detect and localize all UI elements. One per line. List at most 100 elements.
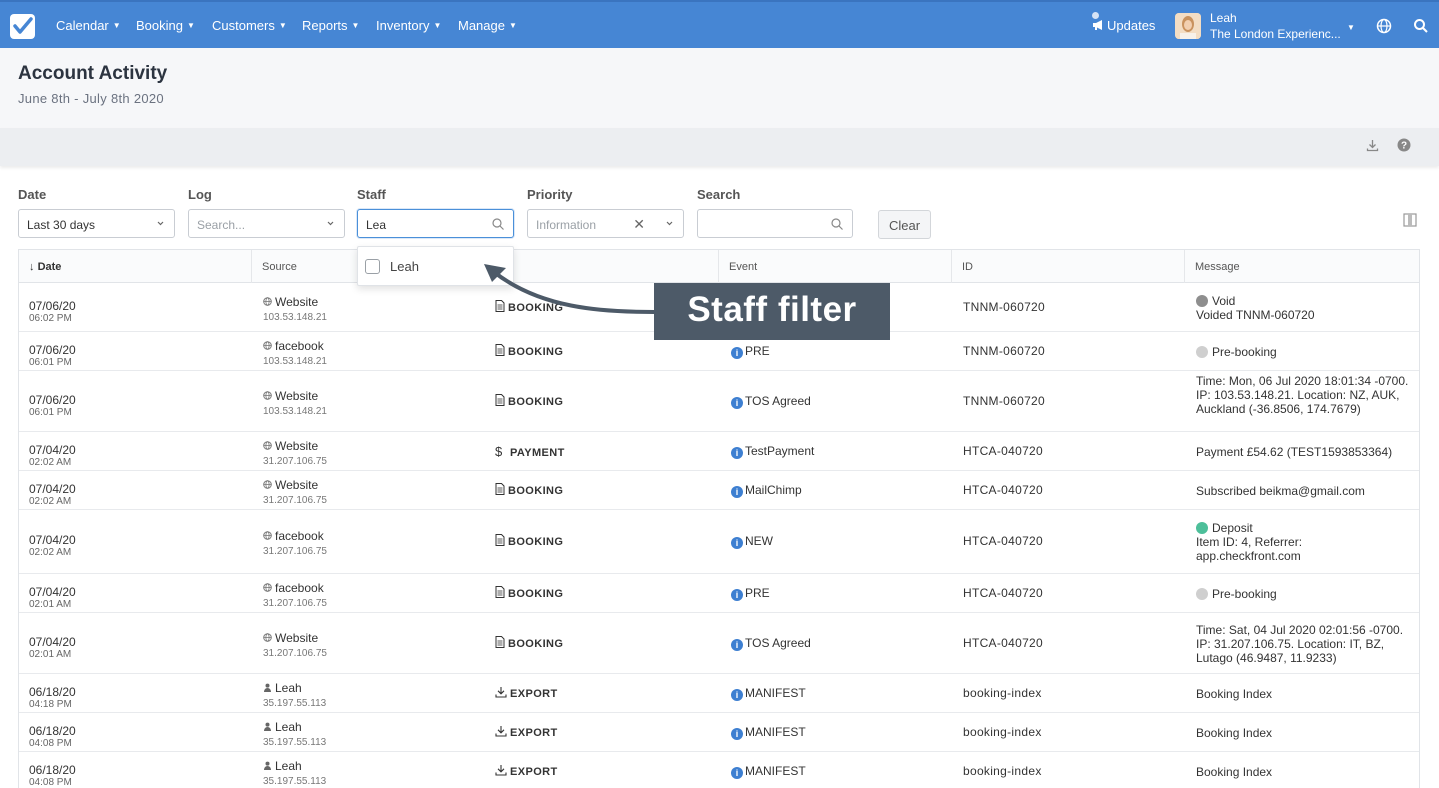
nav-item-reports[interactable]: Reports ▼: [302, 18, 359, 33]
document-icon: [495, 394, 505, 406]
row-date-text: 06/18/20: [29, 724, 76, 738]
row-id-text: booking-index: [963, 764, 1042, 778]
globe-icon: [263, 439, 272, 450]
row-time-text: 02:02 AM: [29, 547, 72, 558]
row-source-text: Website: [275, 631, 319, 645]
row-ip-text: 31.207.106.75: [263, 598, 327, 609]
log-filter-placeholder: Search...: [197, 218, 246, 232]
row-ip-text: 31.207.106.75: [263, 495, 327, 506]
row-date: 06/18/20: [29, 724, 76, 738]
nav-item-manage[interactable]: Manage ▼: [458, 18, 517, 33]
nav-item-calendar[interactable]: Calendar ▼: [56, 18, 121, 33]
updates-button[interactable]: Updates: [1092, 12, 1155, 33]
row-log: EXPORT: [495, 764, 558, 778]
column-header-id[interactable]: ID: [952, 250, 1185, 283]
help-icon[interactable]: ?: [1397, 138, 1411, 152]
row-log-text: BOOKING: [508, 396, 564, 408]
nav-item-inventory[interactable]: Inventory ▼: [376, 18, 441, 33]
clear-button[interactable]: Clear: [878, 210, 931, 239]
row-event: i MANIFEST: [731, 764, 806, 779]
row-date: 07/04/20: [29, 585, 76, 599]
globe-icon: [263, 581, 272, 592]
table-row[interactable]: 07/04/20 02:02 AM Website 31.207.106.75 $ PAY…: [19, 432, 1419, 471]
date-filter-select[interactable]: Last 30 days: [18, 209, 175, 238]
staff-option-checkbox[interactable]: [365, 259, 380, 274]
globe-icon: [263, 339, 272, 350]
status-dot-icon: [1196, 588, 1208, 600]
document-icon: [495, 636, 505, 648]
download-icon[interactable]: [1366, 139, 1379, 152]
row-time-text: 04:08 PM: [29, 777, 72, 788]
table-row[interactable]: 06/18/20 04:08 PM Leah 35.197.55.113 EXPORT i…: [19, 713, 1419, 752]
row-time: 02:02 AM: [29, 496, 71, 507]
row-source-text: Website: [275, 478, 319, 492]
chevron-down-icon: ▼: [186, 21, 195, 30]
row-log-text: EXPORT: [510, 727, 558, 739]
document-icon: [495, 586, 505, 598]
nav-item-customers[interactable]: Customers ▼: [212, 18, 287, 33]
row-date: 07/04/20: [29, 443, 76, 457]
search-filter-input[interactable]: [697, 209, 853, 238]
notification-dot-icon: [1092, 12, 1099, 19]
row-log: EXPORT: [495, 725, 558, 739]
row-time-text: 02:01 AM: [29, 599, 72, 610]
table-row[interactable]: 06/18/20 04:18 PM Leah 35.197.55.113 EXPORT i…: [19, 674, 1419, 713]
row-source: Website: [263, 631, 318, 645]
row-source: Leah: [263, 681, 302, 695]
row-id-text: booking-index: [963, 686, 1042, 700]
row-message: Pre-booking: [1196, 587, 1416, 601]
row-event-text: MANIFEST: [745, 725, 806, 739]
row-date-text: 07/04/20: [29, 482, 76, 496]
chevron-down-icon[interactable]: ▼: [1347, 23, 1355, 32]
row-date: 07/06/20: [29, 393, 76, 407]
row-event: i TestPayment: [731, 444, 814, 459]
row-source: Leah: [263, 759, 302, 773]
table-row[interactable]: 06/18/20 04:08 PM Leah 35.197.55.113 EXPORT i…: [19, 752, 1419, 788]
search-icon[interactable]: [1413, 18, 1429, 34]
table-row[interactable]: 07/04/20 02:01 AM facebook 31.207.106.75 BOO…: [19, 574, 1419, 613]
checkfront-logo-icon[interactable]: [10, 14, 35, 39]
priority-filter-select[interactable]: Information ✕: [527, 209, 684, 238]
user-name[interactable]: Leah: [1210, 11, 1237, 25]
column-header-date[interactable]: ↓ Date: [19, 250, 252, 283]
row-date: 07/06/20: [29, 343, 76, 357]
user-organization[interactable]: The London Experienc...: [1210, 27, 1341, 41]
row-log-text: BOOKING: [508, 536, 564, 548]
log-filter-select[interactable]: Search...: [188, 209, 345, 238]
nav-item-booking[interactable]: Booking ▼: [136, 18, 195, 33]
row-source: Website: [263, 478, 318, 492]
row-event-text: MANIFEST: [745, 686, 806, 700]
staff-option-label[interactable]: Leah: [390, 259, 419, 274]
row-message: Booking Index: [1196, 687, 1416, 701]
row-log-text: EXPORT: [510, 688, 558, 700]
table-row[interactable]: 07/04/20 02:01 AM Website 31.207.106.75 BOOK…: [19, 613, 1419, 674]
table-row[interactable]: 07/04/20 02:02 AM facebook 31.207.106.75 BOO…: [19, 510, 1419, 574]
toolbar: ?: [0, 128, 1439, 166]
row-source: Leah: [263, 720, 302, 734]
clear-icon[interactable]: ✕: [633, 216, 645, 233]
row-ip-text: 35.197.55.113: [263, 776, 327, 787]
row-log-text: BOOKING: [508, 485, 564, 497]
column-header-message[interactable]: Message: [1185, 250, 1419, 283]
info-icon: i: [731, 589, 743, 601]
row-ip-text: 35.197.55.113: [263, 698, 327, 709]
user-avatar[interactable]: [1175, 13, 1201, 39]
row-event: i PRE: [731, 344, 770, 359]
row-time: 04:08 PM: [29, 777, 72, 788]
chevron-down-icon: ▼: [508, 21, 517, 30]
message-line: Time: Sat, 04 Jul 2020 02:01:56 -0700. I…: [1196, 623, 1404, 665]
row-event-text: TestPayment: [745, 444, 815, 458]
table-row[interactable]: 07/06/20 06:01 PM Website 103.53.148.21 BOOK…: [19, 371, 1419, 432]
row-time: 02:01 AM: [29, 599, 71, 610]
column-header-event[interactable]: Event: [719, 250, 952, 283]
message-line: Booking Index: [1196, 765, 1273, 779]
nav-item-label: Customers: [212, 18, 275, 33]
row-id: TNNM-060720: [963, 300, 1045, 314]
globe-icon[interactable]: [1376, 18, 1392, 34]
message-status: Deposit: [1212, 521, 1253, 535]
columns-icon[interactable]: [1403, 213, 1417, 227]
staff-filter-input[interactable]: Lea: [357, 209, 514, 238]
table-row[interactable]: 07/04/20 02:02 AM Website 31.207.106.75 BOOK…: [19, 471, 1419, 510]
date-filter-label: Date: [18, 187, 47, 202]
info-icon: i: [731, 728, 743, 740]
